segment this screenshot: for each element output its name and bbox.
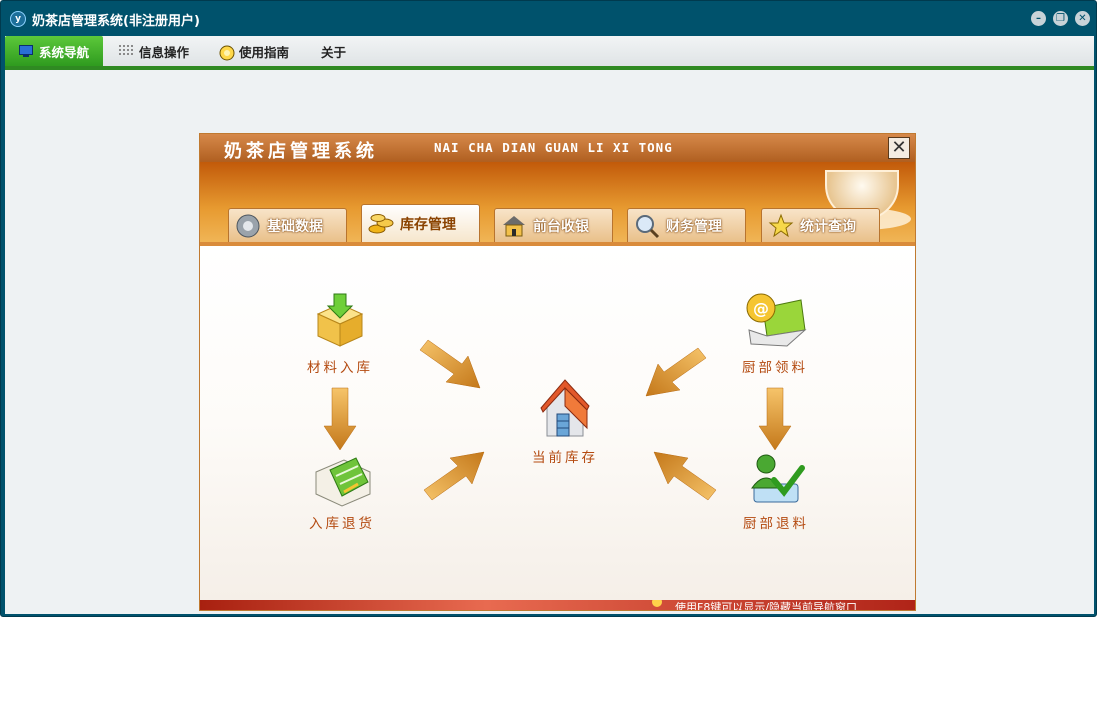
menu-label: 使用指南 <box>239 44 290 60</box>
email-laptop-icon: @ <box>746 293 807 347</box>
navigation-panel: 奶茶店管理系统 NAI CHA DIAN GUAN LI XI TONG ✕ 基… <box>199 133 916 611</box>
tab-basic-data[interactable]: 基础数据 <box>228 208 347 242</box>
box-download-icon <box>316 293 364 347</box>
menu-label: 关于 <box>321 44 347 60</box>
node-label: 厨部退料 <box>743 516 809 532</box>
inventory-flow-diagram: 材料入库 @ 厨部领料 当前库存 入库退货 厨部退料 <box>200 246 915 600</box>
tab-inventory[interactable]: 库存管理 <box>361 204 480 242</box>
svg-text:@: @ <box>753 299 769 318</box>
tab-label: 基础数据 <box>267 218 323 235</box>
user-check-icon <box>751 454 805 503</box>
panel-footer: 使用F8键可以显示/隐藏当前导航窗口 <box>200 600 915 611</box>
app-window: y 奶茶店管理系统(非注册用户) – ❐ ✕ 系统导航 信息操作 使用指南 关于 <box>0 0 1097 617</box>
menu-bar: 系统导航 信息操作 使用指南 关于 <box>5 36 1094 66</box>
gear-icon <box>235 213 261 239</box>
star-icon <box>768 213 794 239</box>
house-icon <box>501 213 527 239</box>
monitor-icon <box>18 45 33 57</box>
arrow-return-to-stock <box>423 451 485 501</box>
node-label: 材料入库 <box>307 360 373 376</box>
in-return-node[interactable]: 入库退货 <box>297 450 387 532</box>
grid-icon <box>119 45 133 57</box>
tab-label: 前台收银 <box>533 218 589 235</box>
node-label: 入库退货 <box>309 516 375 532</box>
arrow-kitchen-down <box>758 387 792 451</box>
panel-close-button[interactable]: ✕ <box>888 137 910 159</box>
node-label: 当前库存 <box>532 450 598 466</box>
menu-label: 系统导航 <box>38 44 89 60</box>
arrow-in-to-stock <box>419 339 481 389</box>
menu-item-system-nav[interactable]: 系统导航 <box>5 36 103 66</box>
menu-item-guide[interactable]: 使用指南 <box>219 36 289 66</box>
current-stock-node[interactable]: 当前库存 <box>520 376 610 466</box>
coins-icon <box>368 211 394 237</box>
menu-item-info-ops[interactable]: 信息操作 <box>119 36 189 66</box>
minimize-button[interactable]: – <box>1031 11 1046 26</box>
restore-button[interactable]: ❐ <box>1053 11 1068 26</box>
kitchen-receive-node[interactable]: @ 厨部领料 <box>730 290 820 376</box>
lightbulb-icon <box>652 600 662 607</box>
menu-label: 信息操作 <box>139 44 190 60</box>
window-title: 奶茶店管理系统(非注册用户) <box>32 14 200 29</box>
book-return-icon <box>315 457 371 507</box>
footer-hint: 使用F8键可以显示/隐藏当前导航窗口 <box>675 601 858 611</box>
tab-label: 财务管理 <box>666 218 722 235</box>
tab-cashier[interactable]: 前台收银 <box>494 208 613 242</box>
arrow-kitchen-return-to-stock <box>653 451 717 501</box>
tab-statistics[interactable]: 统计查询 <box>761 208 880 242</box>
app-logo-icon: y <box>10 11 26 27</box>
close-button[interactable]: ✕ <box>1075 11 1090 26</box>
house-stock-icon <box>540 379 590 437</box>
panel-title: 奶茶店管理系统 <box>224 141 378 162</box>
tab-finance[interactable]: 财务管理 <box>627 208 746 242</box>
magnifier-icon <box>634 213 660 239</box>
workspace: 奶茶店管理系统 NAI CHA DIAN GUAN LI XI TONG ✕ 基… <box>5 70 1094 614</box>
title-bar[interactable]: y 奶茶店管理系统(非注册用户) – ❐ ✕ <box>1 1 1096 36</box>
panel-title-bar[interactable]: 奶茶店管理系统 NAI CHA DIAN GUAN LI XI TONG ✕ <box>200 134 915 162</box>
help-icon <box>219 45 235 61</box>
panel-subtitle: NAI CHA DIAN GUAN LI XI TONG <box>434 140 673 155</box>
menu-item-about[interactable]: 关于 <box>321 36 346 66</box>
tab-label: 统计查询 <box>800 218 856 235</box>
material-in-node[interactable]: 材料入库 <box>295 292 385 376</box>
arrow-in-down <box>323 387 357 451</box>
arrow-receive-to-stock <box>645 347 707 397</box>
node-label: 厨部领料 <box>742 360 808 376</box>
kitchen-return-node[interactable]: 厨部退料 <box>731 450 821 532</box>
tab-label: 库存管理 <box>400 216 456 233</box>
